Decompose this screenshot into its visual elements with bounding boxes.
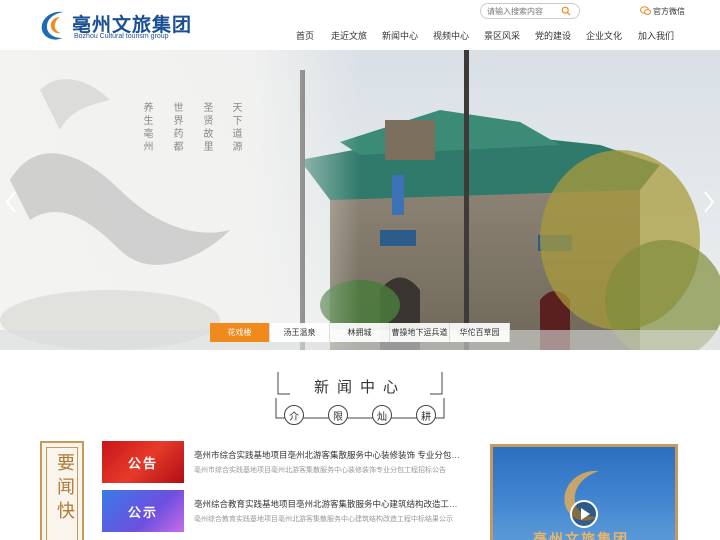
news-headline[interactable]: 亳州综合教育实践基地项目亳州北游客集散服务中心建筑结构改造工程中标结果公示 [194, 498, 462, 510]
poem-line: 圣贤故里 [201, 102, 212, 154]
poem-line: 世界药都 [171, 102, 182, 154]
section-title: 新闻中心 [313, 378, 406, 396]
list-item[interactable]: 公告 亳州市综合实践基地项目亳州北游客集散服务中心装修装饰 专业分包工程招标公告… [102, 441, 462, 485]
seal-badge: 限 [328, 405, 348, 425]
news-category-panel[interactable]: 要闻快 [40, 441, 84, 540]
news-headline[interactable]: 亳州市综合实践基地项目亳州北游客集散服务中心装修装饰 专业分包工程招标公告 [194, 449, 462, 461]
tab-huatuo[interactable]: 华佗百草园 [450, 323, 510, 342]
news-summary: 亳州综合教育实践基地项目亳州北游客集散服务中心建筑结构改造工程中标结果公示 [194, 516, 453, 523]
wechat-link[interactable]: 官方微信 [640, 4, 685, 18]
search-input[interactable] [487, 5, 561, 17]
site-header: 亳州文旅集团 Bozhou Cultural tourism group 官方微… [0, 0, 720, 50]
tab-huaxilou[interactable]: 花戏楼 [210, 323, 270, 342]
nav-news[interactable]: 新闻中心 [382, 29, 418, 42]
tab-caocao[interactable]: 曹操地下运兵道 [390, 323, 450, 342]
nav-culture[interactable]: 企业文化 [586, 29, 622, 42]
news-section-header: 新闻中心 介 限 灿 耕 [270, 368, 450, 430]
video-player[interactable]: 亳州文旅集团 [490, 444, 678, 540]
seal-badge: 灿 [372, 405, 392, 425]
search-icon[interactable] [561, 6, 571, 16]
nav-home[interactable]: 首页 [296, 29, 314, 42]
news-thumbnail: 公告 [102, 441, 184, 483]
nav-about[interactable]: 走近文旅 [331, 29, 367, 42]
nav-scenic[interactable]: 景区风采 [484, 29, 520, 42]
poem-line: 天下道源 [230, 102, 241, 154]
nav-join[interactable]: 加入我们 [638, 29, 674, 42]
wechat-icon [640, 6, 651, 15]
main-nav: 首页 走近文旅 新闻中心 视频中心 景区风采 党的建设 企业文化 加入我们 [0, 29, 720, 43]
prev-slide-icon[interactable] [4, 190, 18, 214]
search-box [480, 3, 580, 19]
hero-banner: 天下道源 圣贤故里 世界药都 养生亳州 花戏楼 汤王温泉 林拥城 曹操地下运兵道… [0, 50, 720, 350]
wechat-label: 官方微信 [653, 6, 685, 16]
news-summary: 亳州市综合实践基地项目亳州北游客集散服务中心装修装饰专业分包工程招标公告 [194, 467, 446, 474]
list-item[interactable]: 公示 亳州综合教育实践基地项目亳州北游客集散服务中心建筑结构改造工程中标结果公示… [102, 490, 462, 534]
video-caption: 亳州文旅集团 [533, 532, 629, 540]
nav-video[interactable]: 视频中心 [433, 29, 469, 42]
play-icon[interactable] [569, 499, 599, 529]
scenic-tabs: 花戏楼 汤王温泉 林拥城 曹操地下运兵道 华佗百草园 [210, 323, 510, 342]
tab-tangwang[interactable]: 汤王温泉 [270, 323, 330, 342]
tab-linyongcheng[interactable]: 林拥城 [330, 323, 390, 342]
news-thumbnail: 公示 [102, 490, 184, 532]
seal-badge: 耕 [416, 405, 436, 425]
category-label: 要闻快 [54, 453, 75, 525]
banner-image [0, 50, 720, 350]
poem-line: 养生亳州 [141, 102, 152, 154]
nav-party[interactable]: 党的建设 [535, 29, 571, 42]
next-slide-icon[interactable] [702, 190, 716, 214]
seal-badge: 介 [284, 405, 304, 425]
